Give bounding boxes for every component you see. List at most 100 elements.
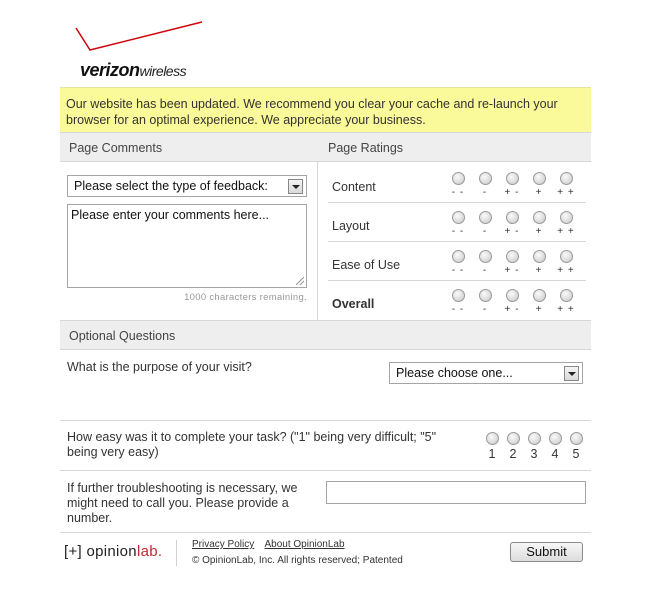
rating-label: Ease of Use [332, 258, 401, 272]
chevron-down-icon[interactable] [564, 366, 579, 381]
rating-scale-label: + [535, 304, 543, 315]
optional-questions-heading: Optional Questions [69, 329, 176, 343]
rating-scale-label: + + [557, 265, 575, 276]
radio-button[interactable] [559, 172, 573, 185]
rating-option[interactable]: - [474, 211, 496, 238]
rating-scale-label: + + [557, 226, 575, 237]
resize-grip-icon[interactable] [296, 277, 304, 285]
footer-divider [176, 540, 177, 566]
radio-button[interactable] [505, 172, 519, 185]
opinionlab-logo-lab: lab. [136, 543, 163, 560]
rating-label: Content [332, 180, 376, 194]
rating-option[interactable]: - - [447, 172, 469, 199]
ease-option[interactable]: 2 [504, 432, 522, 461]
rating-option[interactable]: - [474, 289, 496, 316]
rating-scale-label: - [482, 226, 488, 237]
rating-scale-label: - - [451, 226, 465, 237]
rating-option[interactable]: + + [555, 250, 577, 277]
copyright-text: © OpinionLab, Inc. All rights reserved; … [192, 555, 403, 566]
radio-button[interactable] [478, 172, 492, 185]
opinionlab-logo: [+] opinionlab. [64, 543, 162, 560]
rating-label: Overall [332, 297, 375, 311]
footer-links: Privacy Policy About OpinionLab [192, 539, 353, 550]
rating-scale-label: + [535, 187, 543, 198]
radio-button[interactable] [569, 432, 583, 445]
radio-button[interactable] [527, 432, 541, 445]
radio-button[interactable] [532, 211, 546, 224]
radio-button[interactable] [505, 211, 519, 224]
ease-option[interactable]: 3 [525, 432, 543, 461]
ease-scale-label: 1 [488, 447, 496, 461]
ease-option[interactable]: 1 [483, 432, 501, 461]
radio-button[interactable] [505, 250, 519, 263]
phone-number-input[interactable] [326, 481, 586, 504]
radio-button[interactable] [548, 432, 562, 445]
rating-scale-label: - - [451, 265, 465, 276]
rating-scale-label: + + [557, 304, 575, 315]
rating-scale-label: + + [557, 187, 575, 198]
radio-button[interactable] [559, 250, 573, 263]
radio-button[interactable] [559, 289, 573, 302]
radio-button[interactable] [485, 432, 499, 445]
radio-button[interactable] [532, 172, 546, 185]
comments-textarea[interactable]: Please enter your comments here... [67, 204, 307, 288]
rating-option[interactable]: + - [501, 211, 523, 238]
purpose-select[interactable]: Please choose one... [389, 362, 583, 384]
ease-scale-label: 5 [572, 447, 580, 461]
page-ratings-heading: Page Ratings [328, 141, 404, 155]
rating-option[interactable]: - [474, 250, 496, 277]
rating-row-overall: Overall - - - + - + + + [328, 281, 586, 320]
ease-option[interactable]: 5 [567, 432, 585, 461]
rating-option[interactable]: + + [555, 172, 577, 199]
characters-remaining: 1000 characters remaining. [184, 292, 307, 303]
rating-option[interactable]: - - [447, 250, 469, 277]
radio-button[interactable] [532, 250, 546, 263]
radio-button[interactable] [478, 289, 492, 302]
radio-button[interactable] [451, 172, 465, 185]
about-opinionlab-link[interactable]: About OpinionLab [264, 539, 344, 550]
radio-button[interactable] [451, 250, 465, 263]
radio-button[interactable] [478, 211, 492, 224]
radio-button[interactable] [451, 289, 465, 302]
rating-scale-label: - [482, 304, 488, 315]
rating-option[interactable]: + + [555, 211, 577, 238]
rating-row-ease-of-use: Ease of Use - - - + - + + + [328, 242, 586, 281]
ease-question-label: How easy was it to complete your task? (… [67, 430, 437, 459]
rating-option[interactable]: - [474, 172, 496, 199]
feedback-type-select[interactable]: Please select the type of feedback: [67, 175, 307, 197]
radio-button[interactable] [532, 289, 546, 302]
chevron-down-icon[interactable] [288, 179, 303, 194]
rating-option[interactable]: + [528, 172, 550, 199]
rating-option[interactable]: + - [501, 289, 523, 316]
rating-option[interactable]: + - [501, 250, 523, 277]
rating-option[interactable]: + [528, 250, 550, 277]
rating-option[interactable]: + - [501, 172, 523, 199]
ease-scale-label: 4 [551, 447, 559, 461]
rating-scale-label: + [535, 226, 543, 237]
rating-option[interactable]: + [528, 211, 550, 238]
feedback-type-value: Please select the type of feedback: [74, 179, 268, 193]
rating-option[interactable]: - - [447, 211, 469, 238]
rating-scale-label: - - [451, 187, 465, 198]
comments-placeholder: Please enter your comments here... [71, 208, 270, 222]
rating-label: Layout [332, 219, 370, 233]
ease-scale-label: 2 [509, 447, 517, 461]
radio-button[interactable] [559, 211, 573, 224]
logo-name-light: wireless [139, 63, 187, 79]
rating-scale-label: + - [504, 265, 520, 276]
rating-option[interactable]: - - [447, 289, 469, 316]
ease-option[interactable]: 4 [546, 432, 564, 461]
radio-button[interactable] [505, 289, 519, 302]
rating-option[interactable]: + + [555, 289, 577, 316]
rating-scale-label: + - [504, 226, 520, 237]
opinionlab-logo-opinion: opinion [86, 543, 137, 560]
radio-button[interactable] [478, 250, 492, 263]
radio-button[interactable] [451, 211, 465, 224]
submit-button[interactable]: Submit [510, 542, 583, 562]
rating-scale-label: - [482, 265, 488, 276]
opinionlab-bracket-icon: [+] [64, 543, 82, 560]
radio-button[interactable] [506, 432, 520, 445]
privacy-policy-link[interactable]: Privacy Policy [192, 539, 254, 550]
rating-row-content: Content - - - + - + + + [328, 164, 586, 203]
rating-option[interactable]: + [528, 289, 550, 316]
